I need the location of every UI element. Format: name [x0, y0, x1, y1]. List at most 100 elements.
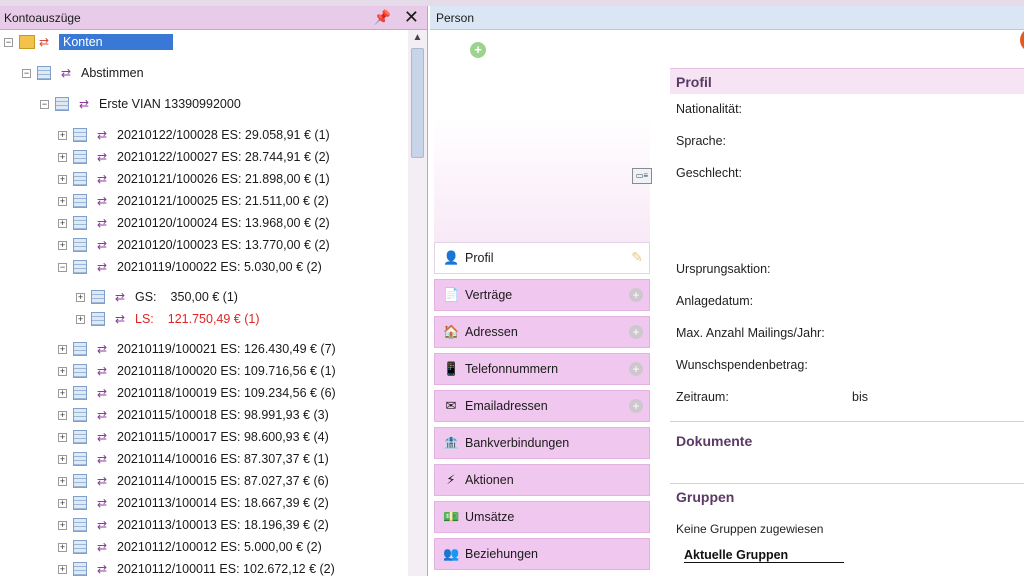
- expand-icon[interactable]: +: [58, 196, 67, 206]
- edit-pencil-icon[interactable]: ✎: [631, 249, 643, 266]
- tree-node-label[interactable]: Abstimmen: [81, 66, 144, 80]
- expand-icon[interactable]: +: [58, 542, 67, 552]
- tree-node-label[interactable]: 20210120/100023 ES: 13.770,00 € (2): [117, 238, 330, 252]
- tree-node-statement[interactable]: + ⇄ 20210112/100012 ES: 5.000,00 € (2): [58, 537, 322, 557]
- scroll-thumb[interactable]: [411, 48, 424, 158]
- expand-icon[interactable]: +: [76, 314, 85, 324]
- expand-icon[interactable]: +: [58, 410, 67, 420]
- tree-node-statement[interactable]: + ⇄ 20210114/100016 ES: 87.307,37 € (1): [58, 449, 329, 469]
- tree-node-label[interactable]: 20210121/100026 ES: 21.898,00 € (1): [117, 172, 330, 186]
- tree-node-statement[interactable]: + ⇄ 20210113/100013 ES: 18.196,39 € (2): [58, 515, 329, 535]
- tree-node-statement[interactable]: + ⇄ 20210119/100021 ES: 126.430,49 € (7): [58, 339, 336, 359]
- nav-beziehungen[interactable]: 👥 Beziehungen: [434, 538, 650, 570]
- expand-icon[interactable]: +: [58, 432, 67, 442]
- tree-node-sub[interactable]: + ⇄ GS: 350,00 € (1): [76, 287, 238, 307]
- collapse-icon[interactable]: −: [40, 99, 49, 109]
- tree-node-label[interactable]: 20210115/100017 ES: 98.600,93 € (4): [117, 430, 329, 444]
- tree-node-label[interactable]: 20210112/100011 ES: 102.672,12 € (2): [117, 562, 335, 576]
- sub-label[interactable]: GS:: [135, 290, 157, 304]
- tree-node-statement[interactable]: + ⇄ 20210120/100024 ES: 13.968,00 € (2): [58, 213, 330, 233]
- collapse-icon[interactable]: −: [22, 68, 31, 78]
- field-label: Sprache:: [676, 134, 727, 148]
- add-icon[interactable]: +: [629, 325, 643, 339]
- tree-node-label[interactable]: 20210122/100028 ES: 29.058,91 € (1): [117, 128, 330, 142]
- tree-node-label[interactable]: Erste VIAN 13390992000: [99, 97, 241, 111]
- tree-node-root[interactable]: − ⇄ Konten: [4, 32, 173, 52]
- tree-node-statement[interactable]: + ⇄ 20210113/100014 ES: 18.667,39 € (2): [58, 493, 329, 513]
- nav-label: Adressen: [465, 325, 518, 339]
- tree-node-statement[interactable]: + ⇄ 20210112/100011 ES: 102.672,12 € (2): [58, 559, 335, 576]
- expand-icon[interactable]: +: [58, 344, 67, 354]
- tree-node-label[interactable]: 20210118/100019 ES: 109.234,56 € (6): [117, 386, 336, 400]
- nav-telefonnummern[interactable]: 📱 Telefonnummern +: [434, 353, 650, 385]
- close-icon[interactable]: ✕: [404, 7, 419, 28]
- expand-icon[interactable]: +: [58, 476, 67, 486]
- tree-node-statement[interactable]: + ⇄ 20210122/100027 ES: 28.744,91 € (2): [58, 147, 330, 167]
- pin-icon[interactable]: 📌: [374, 9, 391, 26]
- tree-node-statement[interactable]: + ⇄ 20210118/100020 ES: 109.716,56 € (1): [58, 361, 336, 381]
- expand-icon[interactable]: +: [58, 218, 67, 228]
- expand-icon[interactable]: +: [58, 564, 67, 574]
- nav-umsätze[interactable]: 💵 Umsätze: [434, 501, 650, 533]
- collapse-icon[interactable]: −: [4, 37, 13, 47]
- tree-node-label[interactable]: 20210114/100015 ES: 87.027,37 € (6): [117, 474, 329, 488]
- expand-icon[interactable]: +: [58, 498, 67, 508]
- nav-profil[interactable]: 👤 Profil ✎: [434, 242, 650, 274]
- tree-node-label[interactable]: 20210121/100025 ES: 21.511,00 € (2): [117, 194, 329, 208]
- tree-scrollbar[interactable]: ▲: [408, 30, 427, 576]
- tree-node-statement[interactable]: + ⇄ 20210115/100017 ES: 98.600,93 € (4): [58, 427, 329, 447]
- expand-icon[interactable]: +: [58, 366, 67, 376]
- sub-label[interactable]: LS:: [135, 312, 154, 326]
- tree-node-label[interactable]: 20210120/100024 ES: 13.968,00 € (2): [117, 216, 330, 230]
- tree-node-statement[interactable]: + ⇄ 20210120/100023 ES: 13.770,00 € (2): [58, 235, 330, 255]
- tree-node-statement[interactable]: + ⇄ 20210114/100015 ES: 87.027,37 € (6): [58, 471, 329, 491]
- tree-node-label[interactable]: 20210119/100022 ES: 5.030,00 € (2): [117, 260, 322, 274]
- document-icon: 📄: [443, 287, 460, 302]
- tree-node-label[interactable]: 20210119/100021 ES: 126.430,49 € (7): [117, 342, 336, 356]
- house-icon: 🏠: [443, 324, 460, 339]
- transfer-icon: ⇄: [97, 562, 108, 576]
- field-label-bis: bis: [852, 390, 868, 404]
- scroll-up-icon[interactable]: ▲: [408, 32, 427, 46]
- nav-verträge[interactable]: 📄 Verträge +: [434, 279, 650, 311]
- sub-value[interactable]: 350,00 € (1): [171, 290, 238, 304]
- sub-value[interactable]: 121.750,49 € (1): [168, 312, 260, 326]
- transfer-icon: ⇄: [39, 35, 50, 49]
- tree-node-statement[interactable]: + ⇄ 20210118/100019 ES: 109.234,56 € (6): [58, 383, 336, 403]
- expand-icon[interactable]: +: [58, 174, 67, 184]
- nav-adressen[interactable]: 🏠 Adressen +: [434, 316, 650, 348]
- expand-icon[interactable]: +: [76, 292, 85, 302]
- tree-node-label[interactable]: 20210115/100018 ES: 98.991,93 € (3): [117, 408, 329, 422]
- collapse-icon[interactable]: −: [58, 262, 67, 272]
- expand-icon[interactable]: +: [58, 130, 67, 140]
- tree-node-label[interactable]: 20210113/100013 ES: 18.196,39 € (2): [117, 518, 329, 532]
- expand-icon[interactable]: +: [58, 454, 67, 464]
- add-icon[interactable]: +: [629, 362, 643, 376]
- tree-node-account[interactable]: − ⇄ Erste VIAN 13390992000: [40, 94, 241, 114]
- tree-node-statement[interactable]: − ⇄ 20210119/100022 ES: 5.030,00 € (2): [58, 257, 322, 277]
- add-icon[interactable]: +: [629, 399, 643, 413]
- tree-node-statement[interactable]: + ⇄ 20210122/100028 ES: 29.058,91 € (1): [58, 125, 330, 145]
- nav-aktionen[interactable]: ⚡ Aktionen: [434, 464, 650, 496]
- tree-node-sub[interactable]: + ⇄ LS: 121.750,49 € (1): [76, 309, 260, 329]
- profile-content: Profil Nationalität: Sprache: Geschlecht…: [670, 66, 1024, 576]
- tree-node-label[interactable]: 20210113/100014 ES: 18.667,39 € (2): [117, 496, 329, 510]
- tree-node-label[interactable]: 20210122/100027 ES: 28.744,91 € (2): [117, 150, 330, 164]
- add-icon[interactable]: +: [629, 288, 643, 302]
- tree-node-abstimmen[interactable]: − ⇄ Abstimmen: [22, 63, 144, 83]
- contact-card-icon[interactable]: ▭≡: [632, 168, 652, 184]
- tree-node-label[interactable]: 20210114/100016 ES: 87.307,37 € (1): [117, 452, 329, 466]
- tree-node-label[interactable]: 20210112/100012 ES: 5.000,00 € (2): [117, 540, 322, 554]
- nav-bankverbindungen[interactable]: 🏦 Bankverbindungen: [434, 427, 650, 459]
- tree-node-label[interactable]: Konten: [59, 34, 173, 50]
- tree-node-statement[interactable]: + ⇄ 20210121/100026 ES: 21.898,00 € (1): [58, 169, 330, 189]
- add-photo-icon[interactable]: +: [470, 42, 486, 58]
- expand-icon[interactable]: +: [58, 388, 67, 398]
- tree-node-statement[interactable]: + ⇄ 20210121/100025 ES: 21.511,00 € (2): [58, 191, 329, 211]
- tree-node-statement[interactable]: + ⇄ 20210115/100018 ES: 98.991,93 € (3): [58, 405, 329, 425]
- nav-emailadressen[interactable]: ✉ Emailadressen +: [434, 390, 650, 422]
- expand-icon[interactable]: +: [58, 152, 67, 162]
- tree-node-label[interactable]: 20210118/100020 ES: 109.716,56 € (1): [117, 364, 336, 378]
- expand-icon[interactable]: +: [58, 240, 67, 250]
- expand-icon[interactable]: +: [58, 520, 67, 530]
